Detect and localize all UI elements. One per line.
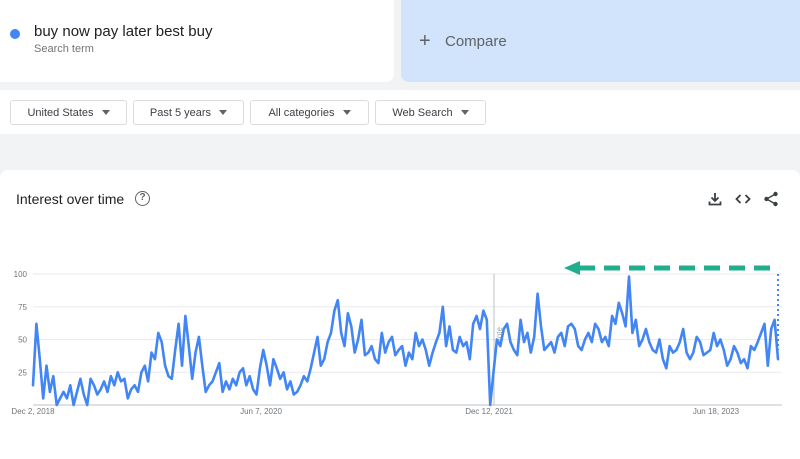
category-filter-dropdown[interactable]: All categories bbox=[250, 100, 369, 125]
series-color-dot bbox=[10, 29, 20, 39]
plus-icon: + bbox=[419, 29, 431, 52]
annotation-arrow-head bbox=[564, 261, 580, 275]
x-tick-label: Jun 18, 2023 bbox=[693, 407, 740, 416]
search-term-label[interactable]: buy now pay later best buy bbox=[34, 23, 212, 40]
search-term-sublabel: Search term bbox=[34, 43, 94, 55]
interest-over-time-card: Interest over time ? 25 50 75 100 Dec 2, 20… bbox=[0, 170, 800, 459]
region-filter-dropdown[interactable]: United States bbox=[10, 100, 127, 125]
caret-down-icon bbox=[101, 110, 110, 115]
compare-label: Compare bbox=[445, 32, 507, 50]
caret-down-icon bbox=[460, 110, 469, 115]
y-tick-label: 25 bbox=[18, 368, 27, 377]
time-range-filter-dropdown[interactable]: Past 5 years bbox=[133, 100, 244, 125]
caret-down-icon bbox=[219, 110, 228, 115]
x-tick-label: Dec 12, 2021 bbox=[465, 407, 513, 416]
time-range-filter-label: Past 5 years bbox=[149, 106, 212, 119]
y-tick-label: 50 bbox=[18, 336, 27, 345]
line-chart: 25 50 75 100 Dec 2, 2018 Jun 7, 2020 Dec 12, … bbox=[11, 261, 782, 416]
region-filter-label: United States bbox=[27, 106, 94, 119]
filter-bar: United States Past 5 years All categorie… bbox=[0, 90, 800, 134]
category-filter-label: All categories bbox=[268, 106, 335, 119]
x-tick-label: Dec 2, 2018 bbox=[11, 407, 55, 416]
x-tick-label: Jun 7, 2020 bbox=[240, 407, 282, 416]
y-tick-label: 100 bbox=[14, 270, 28, 279]
y-tick-label: 75 bbox=[18, 303, 27, 312]
search-type-filter-label: Web Search bbox=[392, 106, 453, 119]
search-type-filter-dropdown[interactable]: Web Search bbox=[375, 100, 486, 125]
search-term-card[interactable]: buy now pay later best buy Search term bbox=[0, 0, 394, 82]
compare-button[interactable]: + Compare bbox=[401, 0, 800, 82]
series-line bbox=[31, 275, 780, 407]
caret-down-icon bbox=[342, 110, 351, 115]
